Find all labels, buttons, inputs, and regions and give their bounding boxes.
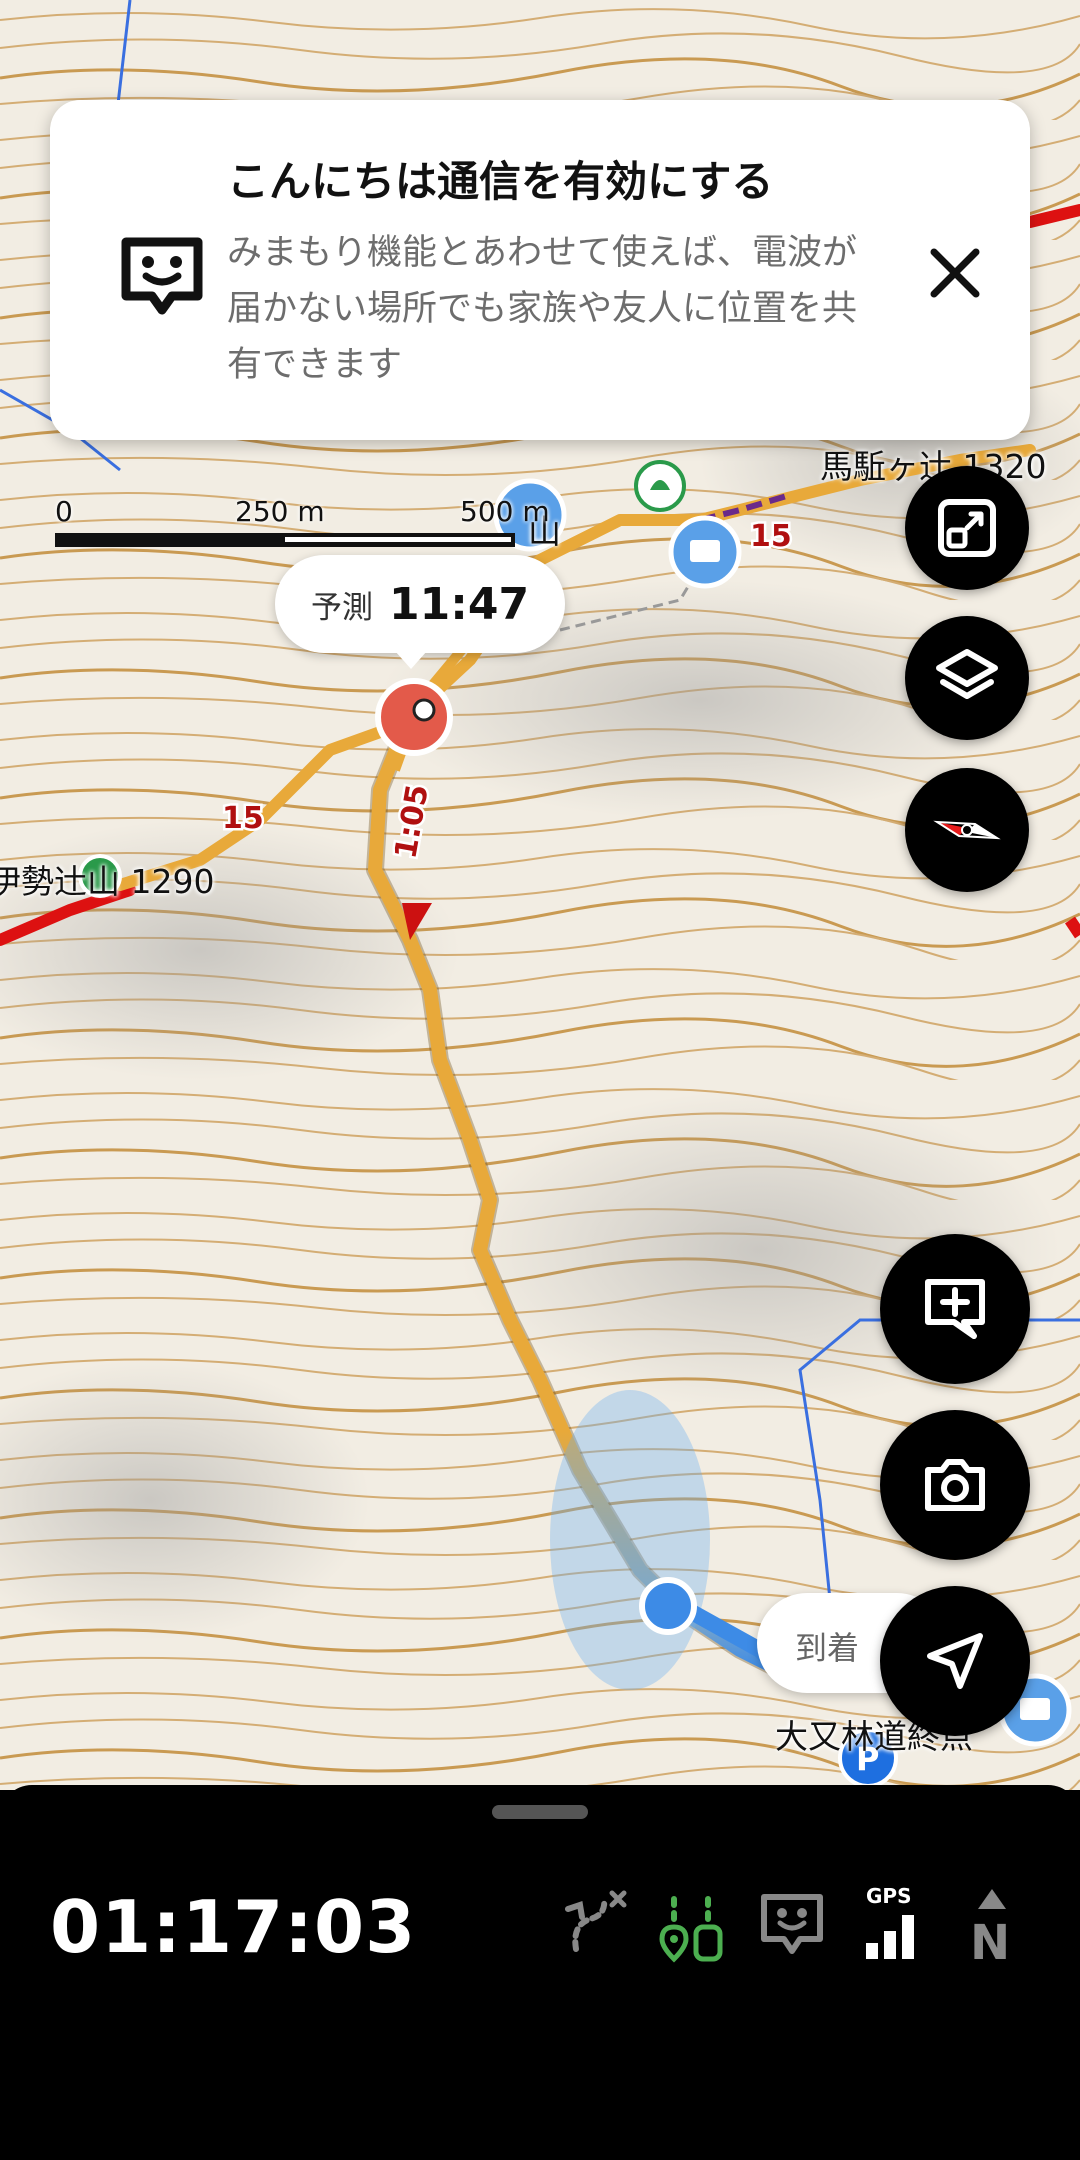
north-label: N	[970, 1915, 1010, 1965]
scale-label-0: 0	[55, 495, 73, 528]
camera-icon	[925, 1459, 985, 1511]
route-number-label: 15	[222, 801, 264, 836]
scale-label-250: 250 m	[235, 495, 325, 528]
chat-face-icon[interactable]	[756, 1885, 828, 1965]
companion-icon[interactable]	[656, 1885, 728, 1965]
arrival-label: 到着	[795, 1629, 860, 1667]
navigate-button[interactable]	[880, 1586, 1030, 1736]
banner-body: みまもり機能とあわせて使えば、電波が届かない場所でも家族や友人に位置を共有できま…	[227, 233, 858, 385]
communication-banner[interactable]: こんにちは通信を有効にする みまもり機能とあわせて使えば、電波が届かない場所でも…	[50, 100, 1030, 440]
scale-line	[55, 533, 515, 547]
scale-bar: 0 250 m 500 m	[55, 495, 550, 547]
prediction-label: 予測	[311, 589, 373, 626]
prediction-bubble[interactable]: 予測 11:47	[275, 555, 566, 669]
prediction-time: 11:47	[389, 578, 530, 630]
close-icon[interactable]	[910, 228, 1000, 318]
compass-button[interactable]	[905, 768, 1029, 892]
elapsed-time: 01:17:03	[50, 1885, 417, 1969]
north-up-icon[interactable]: N	[956, 1885, 1028, 1965]
navigation-arrow-icon	[927, 1633, 983, 1689]
peak-label-left: 伊勢辻山 1290	[0, 862, 215, 901]
gps-signal-icon: GPS	[866, 1885, 914, 1959]
destination-marker-icon	[375, 678, 453, 756]
layers-icon	[936, 649, 998, 699]
layers-button[interactable]	[905, 616, 1029, 740]
route-off-icon[interactable]	[560, 1885, 632, 1965]
route-number-label: 15	[750, 519, 792, 554]
fullscreen-button[interactable]	[905, 466, 1029, 590]
camera-button[interactable]	[880, 1410, 1030, 1560]
bottom-panel: 01:17:03 GPS N	[0, 1785, 1080, 2160]
scale-label-500: 500 m	[460, 495, 550, 528]
add-note-button[interactable]	[880, 1234, 1030, 1384]
add-note-icon	[925, 1279, 985, 1339]
compass-icon	[933, 820, 1001, 840]
banner-title: こんにちは通信を有効にする	[227, 157, 774, 206]
chat-face-icon	[121, 237, 203, 315]
gps-label: GPS	[866, 1885, 911, 1908]
fullscreen-icon	[938, 499, 996, 557]
panel-drag-handle[interactable]	[492, 1805, 588, 1819]
current-location-dot	[639, 1577, 697, 1635]
